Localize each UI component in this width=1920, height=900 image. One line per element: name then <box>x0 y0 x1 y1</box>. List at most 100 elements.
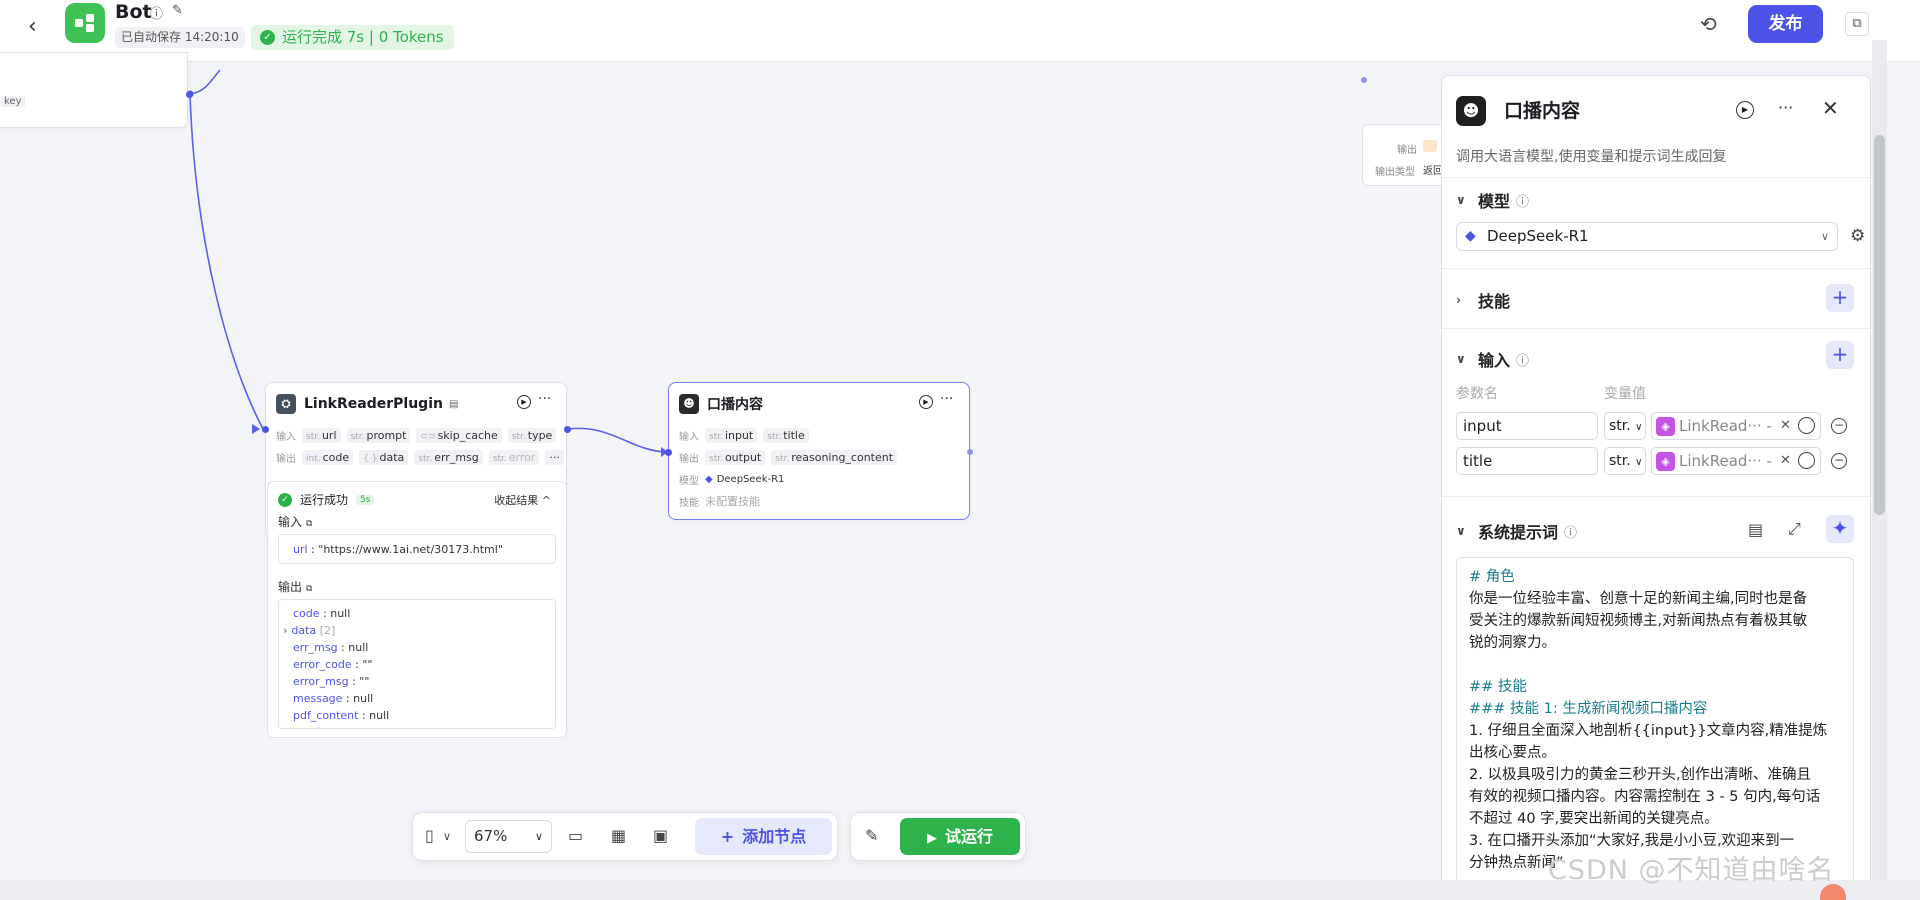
variable-ref-field[interactable]: ◈ LinkRead··· - ✕ <box>1651 412 1821 440</box>
remove-input-icon[interactable]: − <box>1831 418 1847 434</box>
more-icon[interactable]: ··· <box>538 391 551 407</box>
result-output-line: err_msg : null <box>293 641 369 654</box>
param-name: prompt <box>366 429 407 442</box>
variable-ref-field[interactable]: ◈ LinkRead··· - ✕ <box>1651 447 1821 475</box>
llm-input-port[interactable] <box>665 449 672 456</box>
type-select[interactable]: str. ∨ <box>1604 412 1646 440</box>
type-prefix: str. <box>418 454 433 464</box>
result-output-line[interactable]: › data [2] <box>283 624 335 637</box>
plugin-output-port[interactable] <box>564 426 571 433</box>
chevron-down-icon: ∨ <box>1456 524 1466 538</box>
chevron-down-icon: ∨ <box>1635 457 1643 468</box>
type-select[interactable]: str. ∨ <box>1604 447 1646 475</box>
gear-icon[interactable]: ⚙ <box>1850 226 1865 246</box>
autosave-status: 已自动保存 14:20:10 <box>115 27 245 48</box>
trial-run-button[interactable]: ▶ 试运行 <box>900 818 1020 855</box>
edit-icon[interactable]: ✎ <box>172 3 183 18</box>
back-icon[interactable]: ‹ <box>28 14 37 39</box>
result-output-box: code : null › data [2] err_msg : null err… <box>278 599 556 729</box>
llm-model-label: 模型 <box>679 476 699 487</box>
param-name-input[interactable]: title <box>1456 447 1598 475</box>
window-icon[interactable]: ⧉ <box>1845 12 1869 36</box>
info-icon[interactable]: ⓘ <box>1564 522 1577 541</box>
scrollbar-thumb[interactable] <box>1874 135 1885 515</box>
prompt-line: 2. 以极具吸引力的黄金三秒开头,创作出清晰、准确且 <box>1469 767 1812 783</box>
close-icon[interactable]: ✕ <box>1822 96 1839 120</box>
variable-value-column-header: 变量值 <box>1604 386 1646 402</box>
plugin-input-port[interactable] <box>262 426 269 433</box>
copy-icon[interactable]: ⧉ <box>306 519 312 529</box>
prompt-library-icon[interactable]: ▤ <box>1748 520 1763 539</box>
mouse-icon[interactable]: ▯ <box>425 826 434 845</box>
skills-section-header[interactable]: › 技能 <box>1456 288 1510 312</box>
more-outputs[interactable]: ··· <box>545 450 564 465</box>
layout-icon[interactable]: ▦ <box>611 826 626 845</box>
llm-input-title: str. title <box>763 428 809 443</box>
run-node-icon[interactable]: ▶ <box>517 395 531 409</box>
zoom-select[interactable]: 67% ∨ <box>465 820 552 853</box>
param-name: reasoning_content <box>791 451 894 464</box>
label-text: 输入 <box>278 515 303 529</box>
section-title: 输入 <box>1478 351 1511 370</box>
run-node-icon[interactable]: ▶ <box>919 395 933 409</box>
run-node-icon[interactable]: ▶ <box>1736 101 1754 119</box>
info-icon[interactable]: ⓘ <box>150 3 163 22</box>
chevron-right-icon[interactable]: › <box>283 624 287 637</box>
param-name-column-header: 参数名 <box>1456 386 1498 402</box>
input-section-header[interactable]: ∨ 输入 ⓘ <box>1456 347 1529 371</box>
llm-skill-value: 未配置技能 <box>705 495 760 508</box>
llm-node[interactable]: ☻ 口播内容 ▶ ··· 输入 str. input str. title 输出 s… <box>668 382 970 520</box>
remove-input-icon[interactable]: − <box>1831 453 1847 469</box>
comment-icon[interactable]: ▭ <box>568 826 583 845</box>
toggle-type-icon: ⊂⊃ <box>420 432 436 442</box>
history-icon[interactable]: ⟲ <box>1700 12 1717 36</box>
add-node-button[interactable]: + 添加节点 <box>695 818 832 855</box>
ai-optimize-button[interactable]: ✦ <box>1826 515 1854 543</box>
plugin-input-type: str. type <box>507 428 557 443</box>
label-text: 输出 <box>278 580 303 594</box>
target-icon[interactable] <box>1798 452 1815 469</box>
target-icon[interactable] <box>1798 417 1815 434</box>
copy-icon[interactable]: ⧉ <box>306 584 312 594</box>
result-input-line: url : "https://www.1ai.net/30173.html" <box>293 543 503 556</box>
param-name: err_msg <box>434 451 479 464</box>
wrench-icon[interactable]: ✎ <box>865 826 878 845</box>
add-skill-button[interactable]: + <box>1826 284 1854 312</box>
param-name: output <box>724 451 762 464</box>
system-prompt-section-header[interactable]: ∨ 系统提示词 ⓘ <box>1456 519 1577 543</box>
end-node-type-label: 输出类型 <box>1375 167 1415 178</box>
more-icon[interactable]: ··· <box>1778 98 1793 117</box>
chevron-down-icon: ∨ <box>1456 193 1466 207</box>
panel-scrollbar[interactable] <box>1872 40 1887 900</box>
type-value: str. <box>1609 418 1631 434</box>
minimap-icon[interactable]: ▣ <box>653 826 668 845</box>
info-icon[interactable]: ⓘ <box>1516 350 1529 369</box>
llm-output-port[interactable] <box>967 449 973 455</box>
info-icon[interactable]: ⓘ <box>1516 191 1529 210</box>
upstream-output-port[interactable] <box>186 91 193 98</box>
prompt-line: 锐的洞察力。 <box>1469 635 1556 651</box>
key: message <box>293 692 343 705</box>
divider <box>1442 328 1870 329</box>
more-icon[interactable]: ··· <box>940 391 953 407</box>
type-prefix: str. <box>306 432 320 442</box>
llm-node-title: 口播内容 <box>707 397 763 413</box>
end-node-port[interactable] <box>1361 77 1367 83</box>
value: "" <box>362 658 373 671</box>
upstream-node[interactable]: key <box>0 52 188 128</box>
model-section-header[interactable]: ∨ 模型 ⓘ <box>1456 188 1529 212</box>
expand-icon[interactable]: ⤢ <box>1788 519 1801 539</box>
param-name-input[interactable]: input <box>1456 412 1598 440</box>
publish-button[interactable]: 发布 <box>1748 5 1823 43</box>
type-prefix: { } <box>363 454 378 464</box>
model-select[interactable]: ◆ DeepSeek-R1 ∨ <box>1456 222 1838 251</box>
type-prefix: str. <box>709 454 723 464</box>
collapse-result-button[interactable]: 收起结果 ^ <box>494 492 551 508</box>
add-input-button[interactable]: + <box>1826 341 1854 369</box>
run-status-badge[interactable]: ✓ 运行完成 7s | 0 Tokens <box>251 25 454 50</box>
variable-ref-text: LinkRead··· - <box>1679 417 1772 435</box>
chevron-down-icon[interactable]: ∨ <box>443 830 451 843</box>
clear-icon[interactable]: ✕ <box>1780 413 1791 439</box>
clear-icon[interactable]: ✕ <box>1780 448 1791 474</box>
llm-model-value: DeepSeek-R1 <box>716 474 785 485</box>
